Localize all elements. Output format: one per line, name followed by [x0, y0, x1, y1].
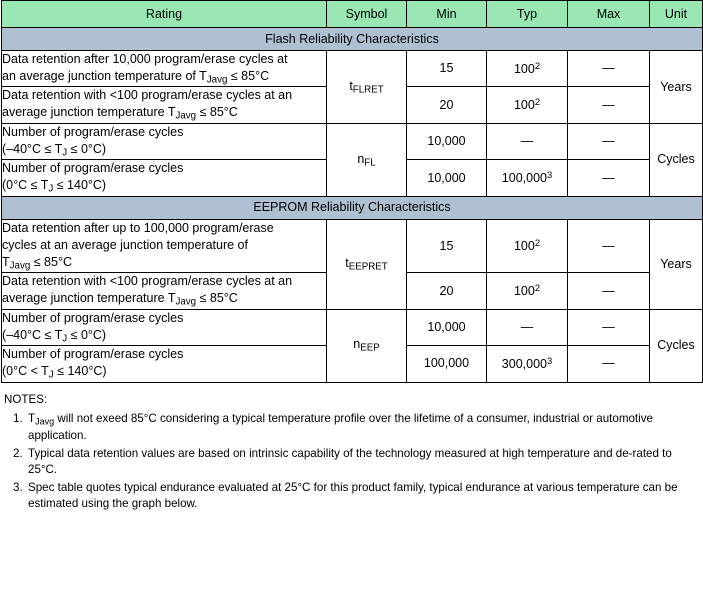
- cell-unit: Cycles: [649, 122, 703, 197]
- note-item: 1. TJavg will not exeed 85°C considering …: [4, 411, 699, 445]
- cell-rating: Data retention with <100 program/erase c…: [1, 272, 327, 310]
- notes-list: 1. TJavg will not exeed 85°C considering …: [4, 411, 699, 512]
- note-text: Spec table quotes typical endurance eval…: [28, 480, 678, 510]
- section-header-row: EEPROM Reliability Characteristics: [1, 195, 703, 220]
- note-number: 1.: [13, 412, 23, 426]
- cell-max: —: [567, 49, 650, 88]
- cell-max: —: [567, 308, 650, 347]
- note-number: 3.: [13, 480, 23, 494]
- note-text: Typical data retention values are based …: [28, 446, 672, 477]
- notes-section: NOTES: 1. TJavg will not exeed 85°C consi…: [4, 392, 699, 513]
- cell-min: 10,000: [406, 122, 487, 161]
- datasheet-page: Rating Symbol Min Typ Max Unit Flash Rel…: [0, 0, 703, 597]
- cell-min: 20: [406, 86, 487, 124]
- cell-rating: Data retention after up to 100,000 progr…: [1, 218, 327, 274]
- column-header-unit: Unit: [649, 0, 703, 28]
- notes-title: NOTES:: [4, 392, 48, 406]
- cell-typ: 100,0003: [486, 159, 568, 197]
- note-text: TJavg will not exeed 85°C considering a …: [28, 412, 653, 443]
- cell-symbol: tFLRET: [326, 50, 407, 124]
- cell-unit: Years: [649, 218, 703, 310]
- cell-rating: Number of program/erase cycles (0°C < TJ …: [1, 345, 327, 383]
- table-row: Number of program/erase cycles (–40°C ≤ T…: [1, 122, 703, 197]
- cell-rating: Data retention after 10,000 program/eras…: [1, 49, 327, 88]
- cell-symbol: nFL: [326, 122, 407, 197]
- cell-symbol: nEEP: [326, 308, 407, 383]
- reliability-characteristics-table: Rating Symbol Min Typ Max Unit Flash Rel…: [1, 0, 703, 383]
- cell-max: —: [567, 122, 650, 161]
- section-title: Flash Reliability Characteristics: [1, 27, 703, 51]
- column-header-max: Max: [567, 0, 650, 28]
- cell-typ: —: [486, 308, 568, 347]
- cell-min: 10,000: [406, 308, 487, 347]
- cell-max: —: [567, 159, 650, 197]
- cell-rating: Data retention with <100 program/erase c…: [1, 86, 327, 124]
- table-row: Number of program/erase cycles (–40°C ≤ T…: [1, 308, 703, 383]
- section-header-row: Flash Reliability Characteristics: [1, 27, 703, 51]
- note-number: 2.: [13, 446, 23, 460]
- cell-unit: Cycles: [649, 308, 703, 383]
- cell-unit: Years: [649, 50, 703, 124]
- note-item: 3. Spec table quotes typical endurance ev…: [4, 480, 699, 513]
- cell-min: 15: [406, 218, 487, 274]
- cell-max: —: [567, 345, 650, 383]
- column-header-symbol: Symbol: [326, 0, 407, 28]
- header-row: Rating Symbol Min Typ Max Unit: [1, 0, 703, 28]
- cell-rating: Number of program/erase cycles (0°C ≤ TJ …: [1, 159, 327, 197]
- cell-min: 10,000: [406, 159, 487, 197]
- column-header-rating: Rating: [1, 0, 327, 28]
- cell-symbol: tEEPRET: [326, 218, 407, 310]
- cell-max: —: [567, 86, 650, 124]
- table-row: Data retention after up to 100,000 progr…: [1, 218, 703, 310]
- table-header: Rating Symbol Min Typ Max Unit: [1, 0, 703, 28]
- cell-min: 20: [406, 272, 487, 310]
- cell-typ: 1002: [486, 49, 568, 88]
- cell-rating: Number of program/erase cycles (–40°C ≤ T…: [1, 122, 327, 161]
- cell-max: —: [567, 218, 650, 274]
- cell-typ: —: [486, 122, 568, 161]
- table-body: Flash Reliability Characteristics Data re…: [1, 27, 703, 383]
- note-item: 2. Typical data retention values are base…: [4, 446, 699, 479]
- cell-rating: Number of program/erase cycles (–40°C ≤ T…: [1, 308, 327, 347]
- cell-max: —: [567, 272, 650, 310]
- cell-min: 15: [406, 49, 487, 88]
- column-header-min: Min: [406, 0, 487, 28]
- cell-typ: 300,0003: [486, 345, 568, 383]
- section-title: EEPROM Reliability Characteristics: [1, 195, 703, 220]
- cell-typ: 1002: [486, 218, 568, 274]
- cell-typ: 1002: [486, 86, 568, 124]
- column-header-typ: Typ: [486, 0, 568, 28]
- cell-typ: 1002: [486, 272, 568, 310]
- cell-min: 100,000: [406, 345, 487, 383]
- table-row: Data retention after 10,000 program/eras…: [1, 49, 703, 124]
